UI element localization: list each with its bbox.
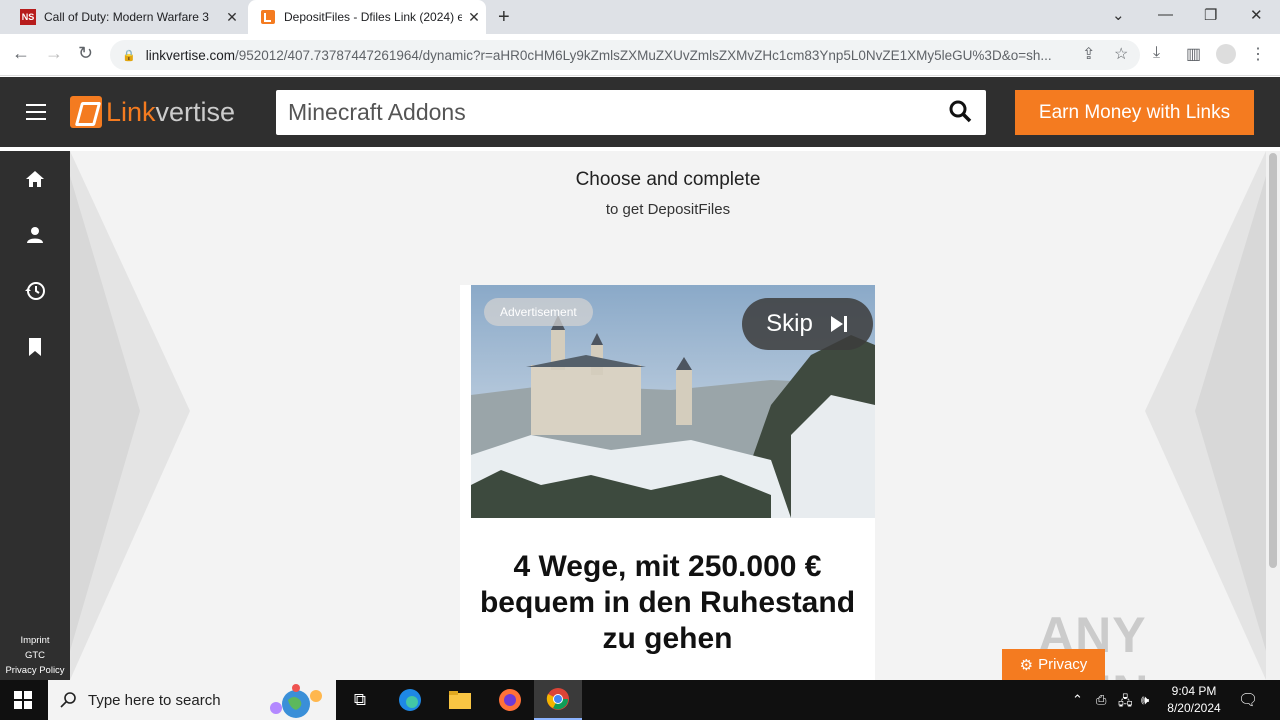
- ad-card[interactable]: Advertisement Skip 4 Wege, mit 250.000 €…: [460, 285, 875, 680]
- bookmark-star-icon[interactable]: ☆: [1114, 44, 1128, 64]
- taskbar-clock[interactable]: 9:04 PM 8/20/2024: [1160, 683, 1228, 717]
- earn-money-button[interactable]: Earn Money with Links: [1015, 90, 1254, 135]
- volume-icon[interactable]: 🕪: [1141, 692, 1149, 708]
- windows-start-icon[interactable]: [14, 691, 32, 709]
- reload-icon[interactable]: ↻: [78, 43, 93, 64]
- user-icon[interactable]: [23, 223, 47, 247]
- menu-dots-icon[interactable]: ⋮: [1250, 44, 1266, 64]
- weather-widget-icon[interactable]: [260, 682, 332, 718]
- sidebar: Imprint GTC Privacy Policy: [0, 151, 70, 680]
- chrome-app-icon[interactable]: [534, 680, 582, 720]
- minimize-icon[interactable]: —: [1158, 6, 1173, 23]
- ns-favicon-icon: NS: [20, 9, 36, 25]
- page-subtitle: to get DepositFiles: [605, 201, 731, 218]
- bookmark-icon[interactable]: [23, 335, 47, 359]
- notifications-icon[interactable]: 🗨: [1238, 690, 1258, 710]
- back-icon[interactable]: ←: [12, 43, 30, 64]
- browser-toolbar: ← → ↻ 🔒 linkvertise.com/952012/407.73787…: [0, 34, 1280, 76]
- linkvertise-favicon-icon: [260, 9, 276, 25]
- tab-call-of-duty[interactable]: NS Call of Duty: Modern Warfare 3 ✕: [8, 0, 244, 34]
- site-header: Link vertise Minecraft Addons Earn Money …: [0, 77, 1280, 147]
- logo-text-vertise: vertise: [155, 96, 236, 127]
- hamburger-menu-icon[interactable]: [26, 104, 46, 125]
- gtc-link[interactable]: GTC: [0, 650, 70, 661]
- side-panel-icon[interactable]: ▥: [1186, 44, 1201, 64]
- gear-icon: ⚙: [1019, 656, 1034, 674]
- tab-title: DepositFiles - Dfiles Link (2024) e: [284, 10, 462, 24]
- linkvertise-logo[interactable]: Link vertise: [70, 96, 235, 128]
- ad-image[interactable]: Advertisement Skip: [471, 285, 875, 518]
- taskbar-search-input[interactable]: Type here to search: [48, 680, 336, 720]
- advertisement-label: Advertisement: [484, 298, 593, 326]
- restore-icon[interactable]: ❐: [1204, 6, 1217, 24]
- browser-tab-strip: NS Call of Duty: Modern Warfare 3 ✕ Depo…: [0, 0, 1280, 34]
- taskbar-search-placeholder: Type here to search: [88, 691, 221, 709]
- search-input[interactable]: Minecraft Addons: [276, 90, 986, 135]
- tab-title: Call of Duty: Modern Warfare 3: [44, 10, 209, 24]
- search-icon[interactable]: [948, 99, 972, 123]
- search-text: Minecraft Addons: [288, 99, 466, 125]
- share-icon[interactable]: ⇪: [1082, 44, 1095, 64]
- logo-text-link: Link: [106, 96, 156, 127]
- privacy-button[interactable]: ⚙ Privacy: [1002, 649, 1105, 680]
- ad-headline[interactable]: 4 Wege, mit 250.000 € bequem in den Ruhe…: [460, 549, 875, 657]
- file-explorer-app-icon[interactable]: [436, 680, 484, 720]
- firefox-app-icon[interactable]: [486, 680, 534, 720]
- lock-icon: 🔒: [122, 49, 136, 62]
- address-bar[interactable]: 🔒 linkvertise.com/952012/407.73787447261…: [110, 40, 1140, 70]
- task-view-icon[interactable]: ⧉: [336, 680, 384, 720]
- scrollbar-thumb[interactable]: [1269, 153, 1277, 568]
- skip-label: Skip: [766, 310, 813, 337]
- edge-app-icon[interactable]: [386, 680, 434, 720]
- search-icon: [60, 692, 76, 708]
- clock-date: 8/20/2024: [1167, 701, 1221, 715]
- logo-mark-icon: [70, 96, 102, 128]
- new-tab-icon[interactable]: +: [498, 6, 510, 29]
- forward-icon[interactable]: →: [45, 43, 63, 64]
- download-icon[interactable]: ⤓: [1153, 44, 1160, 62]
- main-content: Choose and complete to get DepositFiles: [70, 151, 1266, 680]
- imprint-link[interactable]: Imprint: [0, 635, 70, 646]
- history-icon[interactable]: [23, 279, 47, 303]
- close-tab-icon[interactable]: ✕: [462, 9, 486, 26]
- show-hidden-icons-icon[interactable]: ⌃: [1072, 692, 1083, 708]
- windows-taskbar: Type here to search ⧉ ⌃ ⎙ 🖧 🕪 9:04 PM 8/…: [0, 680, 1280, 720]
- url-domain: linkvertise.com: [145, 47, 235, 63]
- tab-search-icon[interactable]: ⌄: [1112, 6, 1125, 24]
- privacy-policy-link[interactable]: Privacy Policy: [0, 665, 70, 676]
- profile-avatar[interactable]: [1216, 44, 1236, 64]
- network-icon[interactable]: 🖧: [1118, 692, 1133, 714]
- skip-button[interactable]: Skip: [742, 298, 873, 350]
- page-scrollbar[interactable]: [1266, 151, 1280, 680]
- tab-depositfiles[interactable]: DepositFiles - Dfiles Link (2024) e ✕: [248, 0, 486, 34]
- close-window-icon[interactable]: ✕: [1250, 6, 1263, 24]
- page-title: Choose and complete: [575, 169, 761, 190]
- url-path: /952012/407.73787447261964/dynamic?r=aHR…: [234, 47, 1052, 63]
- close-tab-icon[interactable]: ✕: [220, 9, 244, 26]
- privacy-label: Privacy: [1038, 656, 1088, 673]
- clock-time: 9:04 PM: [1171, 684, 1217, 698]
- home-icon[interactable]: [23, 167, 47, 191]
- skip-next-icon: [830, 316, 847, 332]
- usb-device-icon[interactable]: ⎙: [1096, 692, 1106, 708]
